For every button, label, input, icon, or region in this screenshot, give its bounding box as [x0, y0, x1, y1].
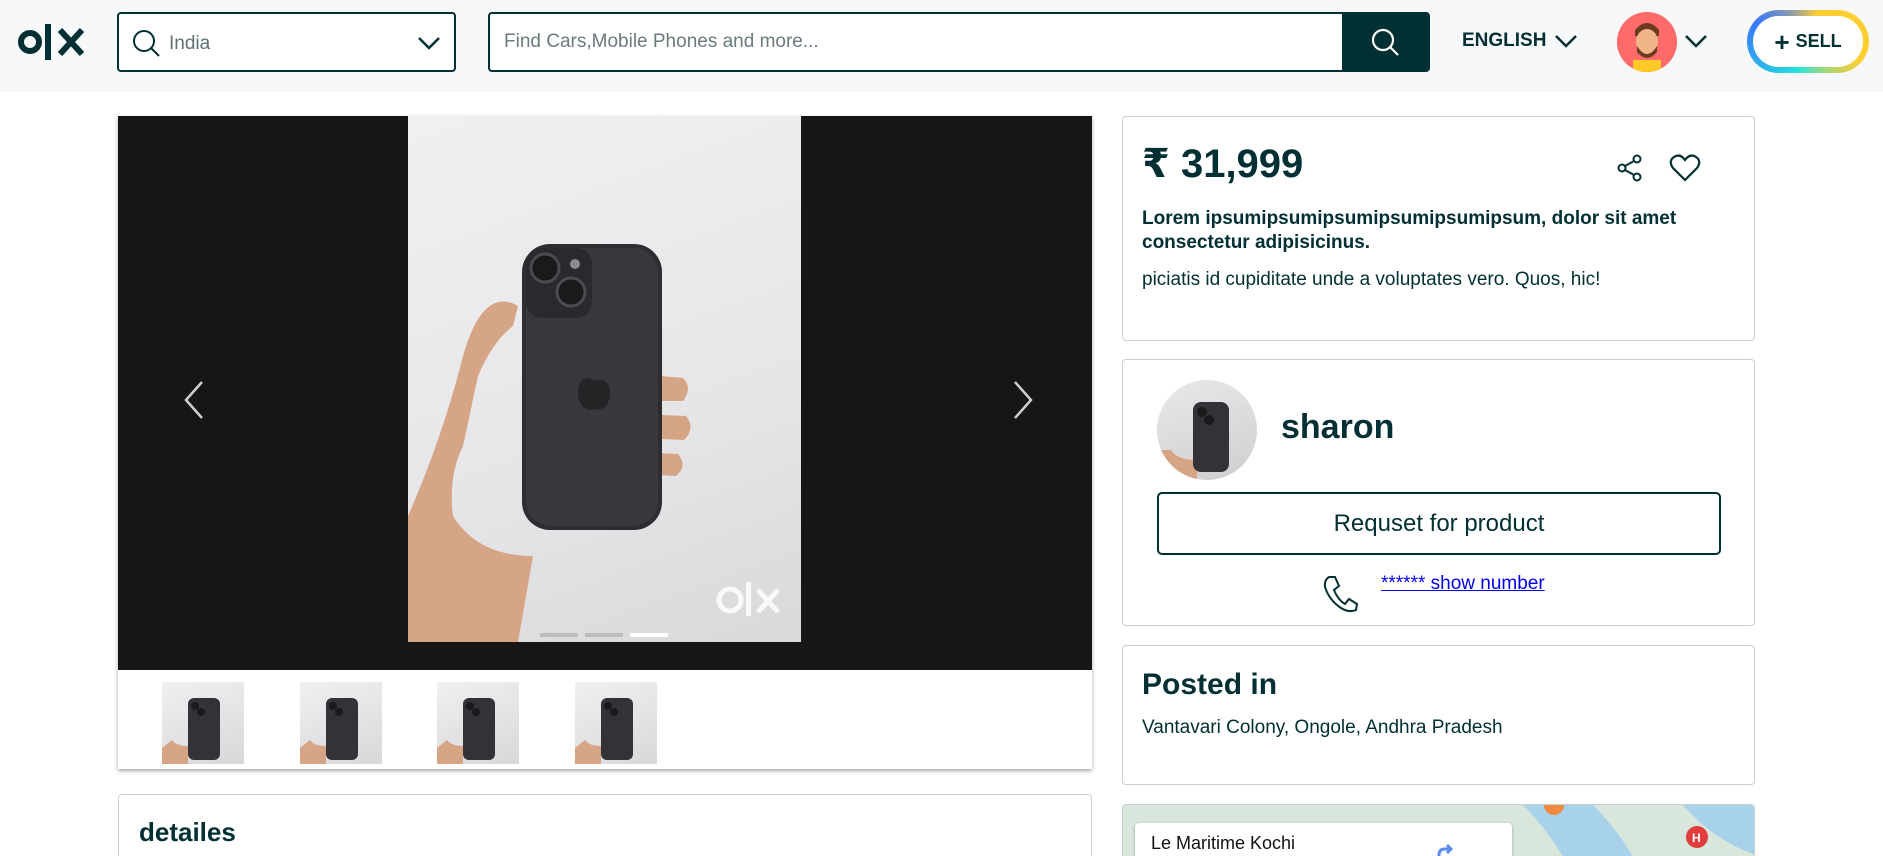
search-bar [488, 12, 1430, 72]
thumbnail-strip [118, 670, 1092, 769]
olx-logo[interactable] [18, 22, 88, 62]
details-card: detailes [118, 794, 1092, 856]
phone-icon[interactable] [1321, 573, 1359, 613]
search-button[interactable] [1342, 14, 1428, 70]
map-place-name: Le Maritime Kochi [1151, 833, 1296, 853]
search-icon [133, 30, 160, 57]
location-map[interactable]: H Le Maritime Kochi [1122, 804, 1755, 856]
posted-in-card: Posted in Vantavari Colony, Ongole, Andh… [1122, 645, 1755, 785]
map-place-label: Le Maritime Kochi [1135, 823, 1512, 856]
thumbnail[interactable] [575, 682, 657, 764]
thumbnail[interactable] [437, 682, 519, 764]
chevron-down-icon [1555, 35, 1578, 48]
main-image-viewer [118, 116, 1092, 670]
product-price: ₹ 31,999 [1142, 142, 1304, 186]
sell-button[interactable]: + SELL [1747, 10, 1869, 73]
svg-text:H: H [1692, 831, 1701, 845]
thumbnail[interactable] [300, 682, 382, 764]
details-heading: detailes [139, 817, 236, 847]
next-image-arrow[interactable] [1003, 372, 1043, 428]
slide-indicators [540, 633, 670, 637]
chevron-down-icon[interactable] [1683, 30, 1709, 52]
location-selector[interactable]: India [117, 12, 456, 72]
request-product-button[interactable]: Requset for product [1157, 492, 1721, 555]
plus-icon: + [1774, 26, 1790, 57]
price-card: ₹ 31,999 Lorem ipsumipsumipsumipsumipsum… [1122, 116, 1755, 341]
thumbnail[interactable] [162, 682, 244, 764]
product-description: piciatis id cupiditate unde a voluptates… [1142, 269, 1601, 290]
slide-indicator-active[interactable] [630, 633, 668, 637]
search-input[interactable] [504, 14, 1304, 70]
posted-in-heading: Posted in [1142, 668, 1278, 701]
posted-location: Vantavari Colony, Ongole, Andhra Pradesh [1142, 717, 1503, 738]
location-value: India [169, 33, 211, 54]
product-title: Lorem ipsumipsumipsumipsumipsumipsum, do… [1142, 208, 1677, 253]
image-gallery [118, 116, 1092, 769]
user-avatar[interactable] [1617, 12, 1677, 72]
chevron-down-icon[interactable] [416, 32, 442, 54]
slide-indicator[interactable] [585, 633, 623, 637]
language-selector[interactable]: ENGLISH [1462, 26, 1578, 56]
seller-avatar[interactable] [1157, 380, 1257, 480]
share-icon[interactable] [1615, 153, 1645, 183]
sell-label: SELL [1795, 31, 1842, 51]
slide-indicator[interactable] [540, 633, 578, 637]
favorite-heart-icon[interactable] [1669, 153, 1701, 183]
search-icon [1371, 28, 1399, 56]
product-photo [408, 116, 801, 642]
top-header: India ENGLISH + [0, 0, 1883, 92]
seller-card: sharon Requset for product ****** show n… [1122, 359, 1755, 626]
language-label: ENGLISH [1462, 30, 1547, 51]
seller-name: sharon [1281, 408, 1395, 446]
previous-image-arrow[interactable] [174, 372, 214, 428]
directions-icon[interactable] [1435, 843, 1459, 856]
show-number-link[interactable]: ****** show number [1381, 573, 1545, 595]
